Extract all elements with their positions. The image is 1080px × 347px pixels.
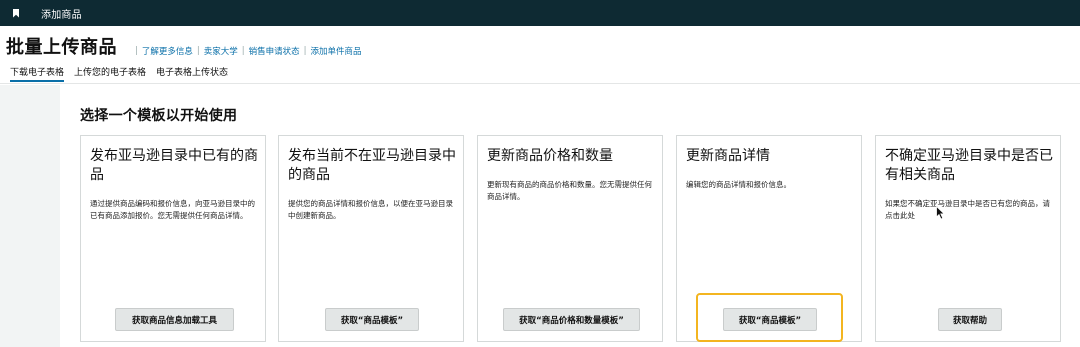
link-separator: |	[135, 46, 138, 56]
bookmark-icon	[13, 8, 19, 18]
topbar-title: 添加商品	[41, 9, 82, 21]
left-panel	[0, 85, 60, 347]
card-title: 发布亚马逊目录中已有的商品	[90, 148, 258, 183]
header-links: | 了解更多信息 | 卖家大学 | 销售申请状态 | 添加单件商品	[131, 45, 362, 57]
get-help-button[interactable]: 获取帮助	[938, 308, 1002, 331]
card-description: 通过提供商品编码和报价信息，向亚马逊目录中的已有商品添加报价。您无需提供任何商品…	[90, 199, 255, 220]
tab-upload-spreadsheet[interactable]: 上传您的电子表格	[74, 62, 146, 82]
template-card-price-quantity: 更新商品价格和数量 更新现有商品的商品价格和数量。您无需提供任何商品详情。 获取…	[477, 135, 663, 342]
link-separator: |	[241, 46, 245, 56]
tab-download-spreadsheet[interactable]: 下载电子表格	[10, 62, 65, 82]
mouse-cursor-icon	[936, 206, 946, 220]
selling-application-status-link[interactable]: 销售申请状态	[249, 45, 300, 57]
top-bar: 添加商品	[0, 0, 1080, 26]
card-title: 更新商品详情	[686, 148, 770, 164]
link-separator: |	[196, 46, 200, 56]
add-single-product-link[interactable]: 添加单件商品	[311, 45, 362, 57]
template-card-existing-products: 发布亚马逊目录中已有的商品 通过提供商品编码和报价信息，向亚马逊目录中的已有商品…	[80, 135, 266, 342]
get-listing-loader-button[interactable]: 获取商品信息加载工具	[115, 308, 234, 331]
seller-university-link[interactable]: 卖家大学	[204, 45, 238, 57]
section-title: 选择一个模板以开始使用	[80, 108, 238, 124]
button-highlight-box	[696, 293, 843, 342]
link-separator: |	[303, 46, 307, 56]
card-description: 提供您的商品详情和报价信息，以便在亚马逊目录中创建新商品。	[288, 199, 453, 220]
card-description: 编辑您的商品详情和报价信息。	[686, 180, 791, 189]
card-title: 更新商品价格和数量	[487, 148, 613, 164]
get-price-quantity-template-button[interactable]: 获取“商品价格和数量模板”	[503, 308, 640, 331]
page-title: 批量上传商品	[6, 37, 117, 58]
tab-upload-status[interactable]: 电子表格上传状态	[156, 62, 228, 82]
template-card-not-sure: 不确定亚马逊目录中是否已有相关商品 如果您不确定亚马逊目录中是否已有您的商品，请…	[875, 135, 1061, 342]
card-description: 更新现有商品的商品价格和数量。您无需提供任何商品详情。	[487, 180, 652, 201]
card-title: 发布当前不在亚马逊目录中的商品	[288, 148, 456, 183]
page-header: 批量上传商品 | 了解更多信息 | 卖家大学 | 销售申请状态 | 添加单件商品	[6, 33, 362, 59]
template-card-new-products: 发布当前不在亚马逊目录中的商品 提供您的商品详情和报价信息，以便在亚马逊目录中创…	[278, 135, 464, 342]
card-title: 不确定亚马逊目录中是否已有相关商品	[885, 148, 1053, 183]
get-product-template-button[interactable]: 获取“商品模板”	[325, 308, 419, 331]
tab-bar: 下载电子表格 上传您的电子表格 电子表格上传状态	[0, 62, 1080, 84]
learn-more-link[interactable]: 了解更多信息	[142, 45, 193, 57]
card-description: 如果您不确定亚马逊目录中是否已有您的商品，请点击此处	[885, 199, 1050, 220]
